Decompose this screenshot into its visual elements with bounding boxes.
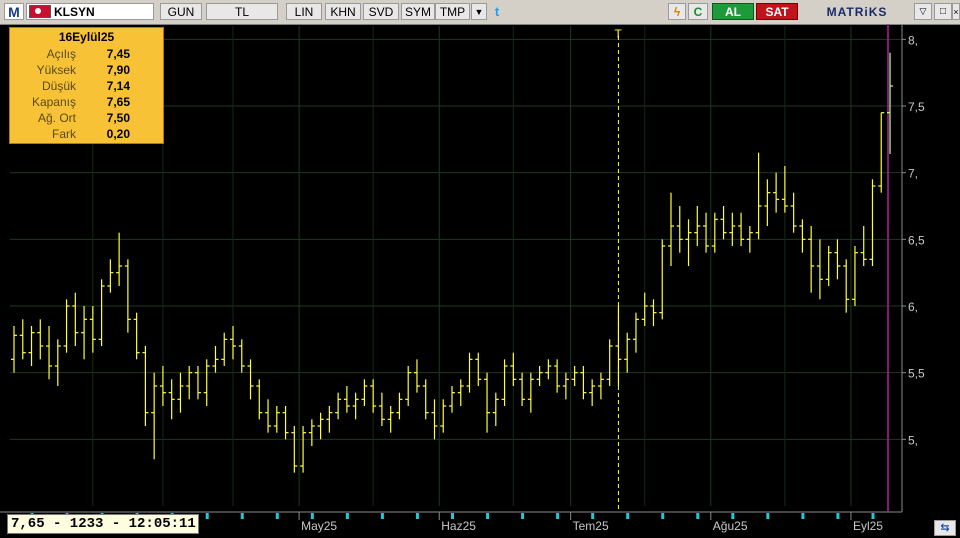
info-label: Açılış	[46, 47, 76, 61]
x-tick-label: May25	[301, 519, 337, 533]
info-row-close: Kapanış 7,65	[10, 94, 163, 110]
symbol-selector[interactable]: KLSYN	[26, 3, 154, 20]
x-tick-marker	[380, 513, 384, 519]
sell-button[interactable]: SAT	[756, 3, 798, 20]
info-value: 7,90	[106, 63, 130, 77]
swap-icon[interactable]: ⇆	[934, 520, 956, 536]
x-tick-marker	[415, 513, 419, 519]
x-tick-marker	[766, 513, 770, 519]
info-label: Yüksek	[36, 63, 76, 77]
y-tick-label: 7,	[908, 167, 918, 181]
svd-button[interactable]: SVD	[363, 3, 399, 20]
x-tick-marker	[205, 513, 209, 519]
info-date: 16Eylül25	[58, 30, 115, 44]
symbol-code: KLSYN	[54, 4, 95, 19]
info-value: 7,65	[106, 95, 130, 109]
twitter-icon[interactable]: t	[488, 3, 506, 20]
info-row-vwap: Ağ. Ort 7,50	[10, 110, 163, 126]
marker-label: T	[614, 27, 622, 41]
period-button[interactable]: GUN	[160, 3, 202, 20]
toolbar: M KLSYN GUN TL LIN KHN SVD SYM TMP ▼ t ϟ…	[0, 0, 960, 25]
x-tick-marker	[801, 513, 805, 519]
x-tick-marker	[556, 513, 560, 519]
x-tick-marker	[626, 513, 630, 519]
turkey-flag-icon	[29, 5, 51, 18]
last-price-status: 7,65 - 1233 - 12:05:11	[7, 514, 199, 534]
info-row-change: Fark 0,20	[10, 126, 163, 142]
x-tick-marker	[345, 513, 349, 519]
sym-button[interactable]: SYM	[401, 3, 435, 20]
info-value: 7,14	[106, 79, 130, 93]
ohlc-info-box: 16Eylül25 Açılış 7,45 Yüksek 7,90 Düşük …	[9, 27, 164, 144]
info-value: 0,20	[106, 127, 130, 141]
x-tick-marker	[275, 513, 279, 519]
info-row-low: Düşük 7,14	[10, 78, 163, 94]
app-logo[interactable]: M	[4, 3, 24, 20]
tmp-button[interactable]: TMP	[435, 3, 470, 20]
x-tick-label: Tem25	[573, 519, 609, 533]
x-tick-label: Ağu25	[713, 519, 748, 533]
info-label: Fark	[52, 127, 76, 141]
chevron-down-icon[interactable]: ▼	[471, 3, 487, 20]
info-row-open: Açılış 7,45	[10, 46, 163, 62]
buy-button[interactable]: AL	[712, 3, 754, 20]
close-icon[interactable]: ×	[952, 3, 960, 20]
info-label: Ağ. Ort	[37, 111, 76, 125]
x-tick-marker	[240, 513, 244, 519]
x-tick-marker	[696, 513, 700, 519]
refresh-icon[interactable]: C	[688, 3, 708, 20]
minimize-icon[interactable]: ▽	[914, 3, 932, 20]
x-tick-marker	[836, 513, 840, 519]
x-tick-label: Haz25	[441, 519, 476, 533]
lightning-icon[interactable]: ϟ	[668, 3, 686, 20]
info-label: Düşük	[41, 79, 76, 93]
x-tick-marker	[486, 513, 490, 519]
khn-button[interactable]: KHN	[325, 3, 361, 20]
info-value: 7,50	[106, 111, 130, 125]
info-value: 7,45	[106, 47, 130, 61]
brand-logo: MATRiKS	[804, 3, 910, 20]
y-tick-label: 6,	[908, 300, 918, 314]
y-tick-label: 6,5	[908, 233, 925, 247]
y-tick-label: 8,	[908, 33, 918, 47]
maximize-icon[interactable]: □	[934, 3, 952, 20]
info-label: Kapanış	[31, 95, 76, 109]
y-tick-label: 5,5	[908, 367, 925, 381]
x-tick-marker	[661, 513, 665, 519]
y-tick-label: 5,	[908, 433, 918, 447]
x-tick-label: Eyl25	[853, 519, 883, 533]
x-tick-marker	[521, 513, 525, 519]
lin-button[interactable]: LIN	[286, 3, 322, 20]
y-tick-label: 7,5	[908, 100, 925, 114]
info-row-high: Yüksek 7,90	[10, 62, 163, 78]
currency-button[interactable]: TL	[206, 3, 278, 20]
